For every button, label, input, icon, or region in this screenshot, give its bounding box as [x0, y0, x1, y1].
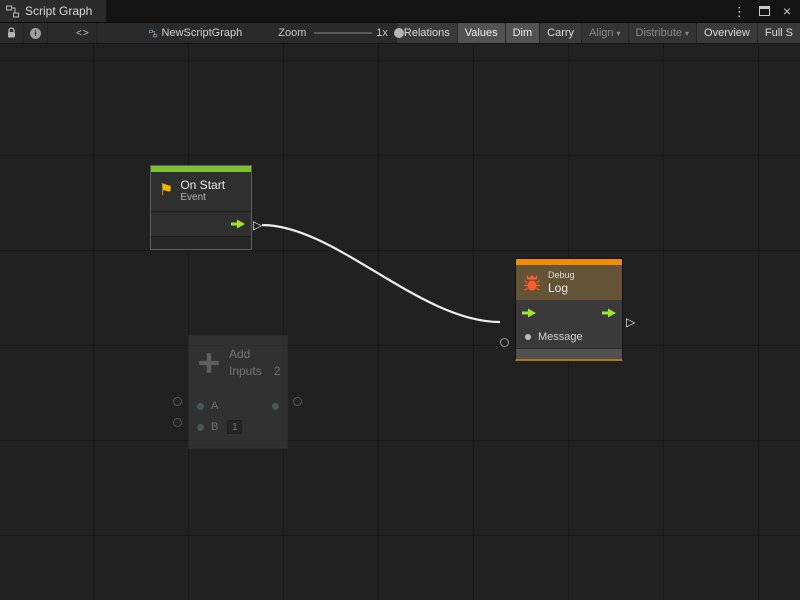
tab-script-graph[interactable]: Script Graph	[0, 0, 106, 22]
close-icon[interactable]: ×	[783, 4, 791, 18]
add-b-external-port[interactable]	[173, 418, 182, 427]
zoom-value: 1x	[376, 27, 388, 39]
add-node[interactable]: Add Inputs 2 A B	[188, 335, 288, 449]
zoom-label: Zoom	[278, 27, 306, 39]
node-category: Debug	[548, 270, 575, 281]
chevron-down-icon: ▾	[617, 29, 621, 38]
plus-icon	[197, 351, 221, 375]
titlebar-controls: ⋮ ×	[733, 0, 800, 22]
trigger-output-port[interactable]	[601, 308, 617, 318]
values-button[interactable]: Values	[457, 22, 505, 44]
maximize-icon[interactable]	[759, 6, 770, 16]
flag-icon: ⚑	[159, 183, 173, 199]
distribute-label: Distribute	[636, 27, 682, 39]
carry-button[interactable]: Carry	[539, 22, 581, 44]
info-icon: i	[30, 28, 41, 39]
port-b-value-input[interactable]	[227, 420, 242, 434]
add-a-external-port[interactable]	[173, 397, 182, 406]
overview-label: Overview	[704, 27, 750, 39]
tab-label: Script Graph	[25, 4, 92, 18]
graph-asset-icon	[149, 27, 157, 40]
add-output-external-port[interactable]	[293, 397, 302, 406]
debug-log-node[interactable]: Debug Log Message	[515, 258, 623, 361]
on-start-port-row	[151, 211, 251, 236]
message-external-port[interactable]	[500, 338, 509, 347]
port-a-label: A	[211, 400, 218, 412]
node-title: Log	[548, 281, 575, 295]
script-graph-window: Script Graph ⋮ × i <> NewScriptGraph Zoo…	[0, 0, 800, 600]
node-subtitle: Inputs	[229, 363, 262, 380]
align-label: Align	[589, 27, 613, 39]
input-port-b[interactable]	[197, 424, 204, 431]
wire-onstart-to-log[interactable]	[262, 225, 500, 322]
input-port-a[interactable]	[197, 403, 204, 410]
port-row-a: A	[189, 396, 287, 417]
graph-canvas[interactable]: ⚑ On Start Event	[0, 44, 800, 600]
distribute-dropdown[interactable]: Distribute ▾	[628, 22, 696, 44]
zoom-slider[interactable]	[314, 22, 372, 44]
log-output-triangle[interactable]: ▷	[626, 316, 635, 328]
script-graph-icon	[6, 5, 19, 18]
code-icon: <>	[76, 28, 90, 39]
values-label: Values	[465, 27, 498, 39]
output-port-sum[interactable]	[272, 403, 279, 410]
code-preview-button[interactable]: <>	[70, 22, 97, 44]
message-label: Message	[538, 331, 583, 343]
titlebar: Script Graph ⋮ ×	[0, 0, 800, 22]
debug-log-footer	[516, 348, 622, 359]
chevron-down-icon: ▾	[685, 29, 689, 38]
port-row-b: B	[189, 417, 287, 438]
relations-button[interactable]: Relations	[396, 22, 457, 44]
fullscreen-button[interactable]: Full S	[757, 22, 800, 44]
node-title: On Start	[180, 178, 225, 192]
overview-button[interactable]: Overview	[696, 22, 757, 44]
port-b-label: B	[211, 421, 218, 433]
on-start-footer	[151, 236, 251, 249]
debug-bug-icon	[523, 274, 541, 292]
add-node-ports: A B	[189, 388, 287, 448]
input-count-field[interactable]: 2	[274, 364, 281, 378]
node-subtitle: Event	[180, 192, 225, 204]
align-dropdown[interactable]: Align ▾	[581, 22, 627, 44]
lock-button[interactable]	[0, 22, 24, 44]
debug-log-header: Debug Log	[516, 265, 622, 300]
graph-name-breadcrumb[interactable]: NewScriptGraph	[162, 27, 243, 39]
debug-flow-row	[516, 300, 622, 325]
zoom-slider-track[interactable]	[314, 32, 372, 34]
message-port-row: Message	[516, 325, 622, 348]
info-button[interactable]: i	[24, 22, 48, 44]
add-node-header: Add Inputs 2	[189, 336, 287, 388]
message-input-port[interactable]	[525, 334, 531, 340]
trigger-output-port[interactable]	[230, 219, 246, 229]
trigger-input-port[interactable]	[521, 308, 537, 318]
connection-layer	[0, 44, 800, 600]
relations-label: Relations	[404, 27, 450, 39]
menu-kebab-icon[interactable]: ⋮	[733, 5, 746, 18]
node-title: Add	[229, 346, 280, 363]
on-start-header: ⚑ On Start Event	[151, 172, 251, 211]
lock-icon	[6, 27, 17, 39]
dim-label: Dim	[513, 27, 533, 39]
graph-toolbar: i <> NewScriptGraph Zoom 1x Relations Va…	[0, 22, 800, 44]
carry-label: Carry	[547, 27, 574, 39]
onstart-output-triangle[interactable]: ▷	[253, 219, 262, 231]
dim-button[interactable]: Dim	[505, 22, 540, 44]
fullscreen-label: Full S	[765, 27, 793, 39]
on-start-node[interactable]: ⚑ On Start Event	[150, 165, 252, 250]
